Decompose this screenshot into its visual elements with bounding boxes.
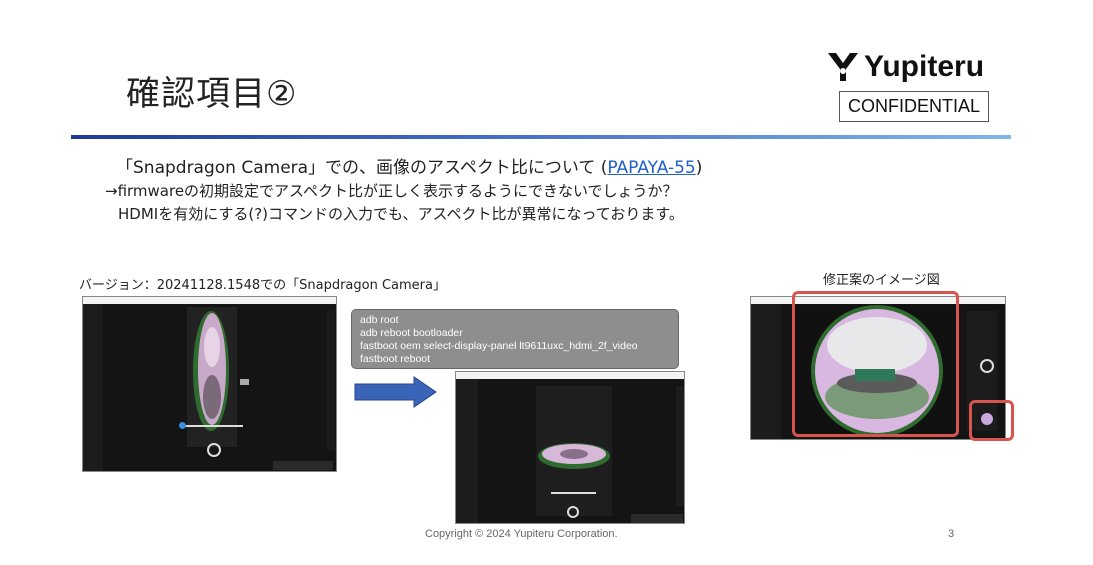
command-box: adb root adb reboot bootloader fastboot … [351, 309, 679, 369]
screenshot-current [82, 296, 337, 472]
command-line: adb reboot bootloader [360, 327, 463, 339]
zoom-slider[interactable] [551, 492, 596, 494]
ticket-link[interactable]: PAPAYA-55 [607, 158, 695, 178]
screenshot-after-command [455, 371, 685, 524]
highlight-box-thumbnail [969, 400, 1014, 441]
shutter-button[interactable] [567, 506, 579, 518]
slide-title: 確認項目② [126, 74, 298, 114]
app-sidebar [751, 304, 781, 439]
heading-line: 「Snapdragon Camera」での、画像のアスペクト比について (PAP… [116, 153, 702, 178]
fix-label: 修正案のイメージ図 [823, 273, 940, 288]
note-line: HDMIを有効にする(?)コマンドの入力でも、アスペクト比が異常になっております… [118, 205, 684, 223]
right-arrow-icon [354, 376, 437, 408]
shutter-button[interactable] [207, 443, 221, 457]
title-rule [71, 135, 1011, 139]
command-line: fastboot oem select-display-panel lt9611… [360, 340, 638, 352]
version-label: バージョン：20241128.1548での「Snapdragon Camera」 [79, 278, 446, 293]
copyright: Copyright © 2024 Yupiteru Corporation. [425, 528, 618, 540]
squashed-fisheye-image [538, 443, 610, 469]
window-titlebar [456, 372, 684, 379]
company-logo: Yupiteru [826, 50, 984, 84]
hdmi-indicator [240, 379, 249, 385]
command-line: adb root [360, 314, 399, 326]
logo-text: Yupiteru [864, 50, 985, 83]
question-line: →firmwareの初期設定でアスペクト比が正しく表示するようにできないでしょう… [105, 182, 678, 200]
app-sidebar [83, 304, 103, 471]
page-number: 3 [948, 528, 955, 540]
command-line: fastboot reboot [360, 353, 431, 365]
shutter-button[interactable] [980, 359, 994, 373]
heading-prefix: 「Snapdragon Camera」での、画像のアスペクト比について ( [116, 158, 608, 178]
window-titlebar [83, 297, 336, 304]
app-sidebar [456, 379, 478, 523]
camera-preview [536, 386, 612, 516]
heading-suffix: ) [695, 158, 703, 178]
yupiteru-logo-icon [828, 53, 858, 81]
taskbar-icons [273, 461, 333, 470]
right-toolbar [676, 386, 684, 506]
zoom-slider[interactable] [183, 425, 243, 427]
slider-thumb[interactable] [179, 422, 186, 429]
right-toolbar [327, 311, 335, 451]
confidential-badge: CONFIDENTIAL [839, 91, 989, 122]
highlight-box-preview [792, 291, 959, 437]
taskbar-icons [631, 514, 683, 523]
